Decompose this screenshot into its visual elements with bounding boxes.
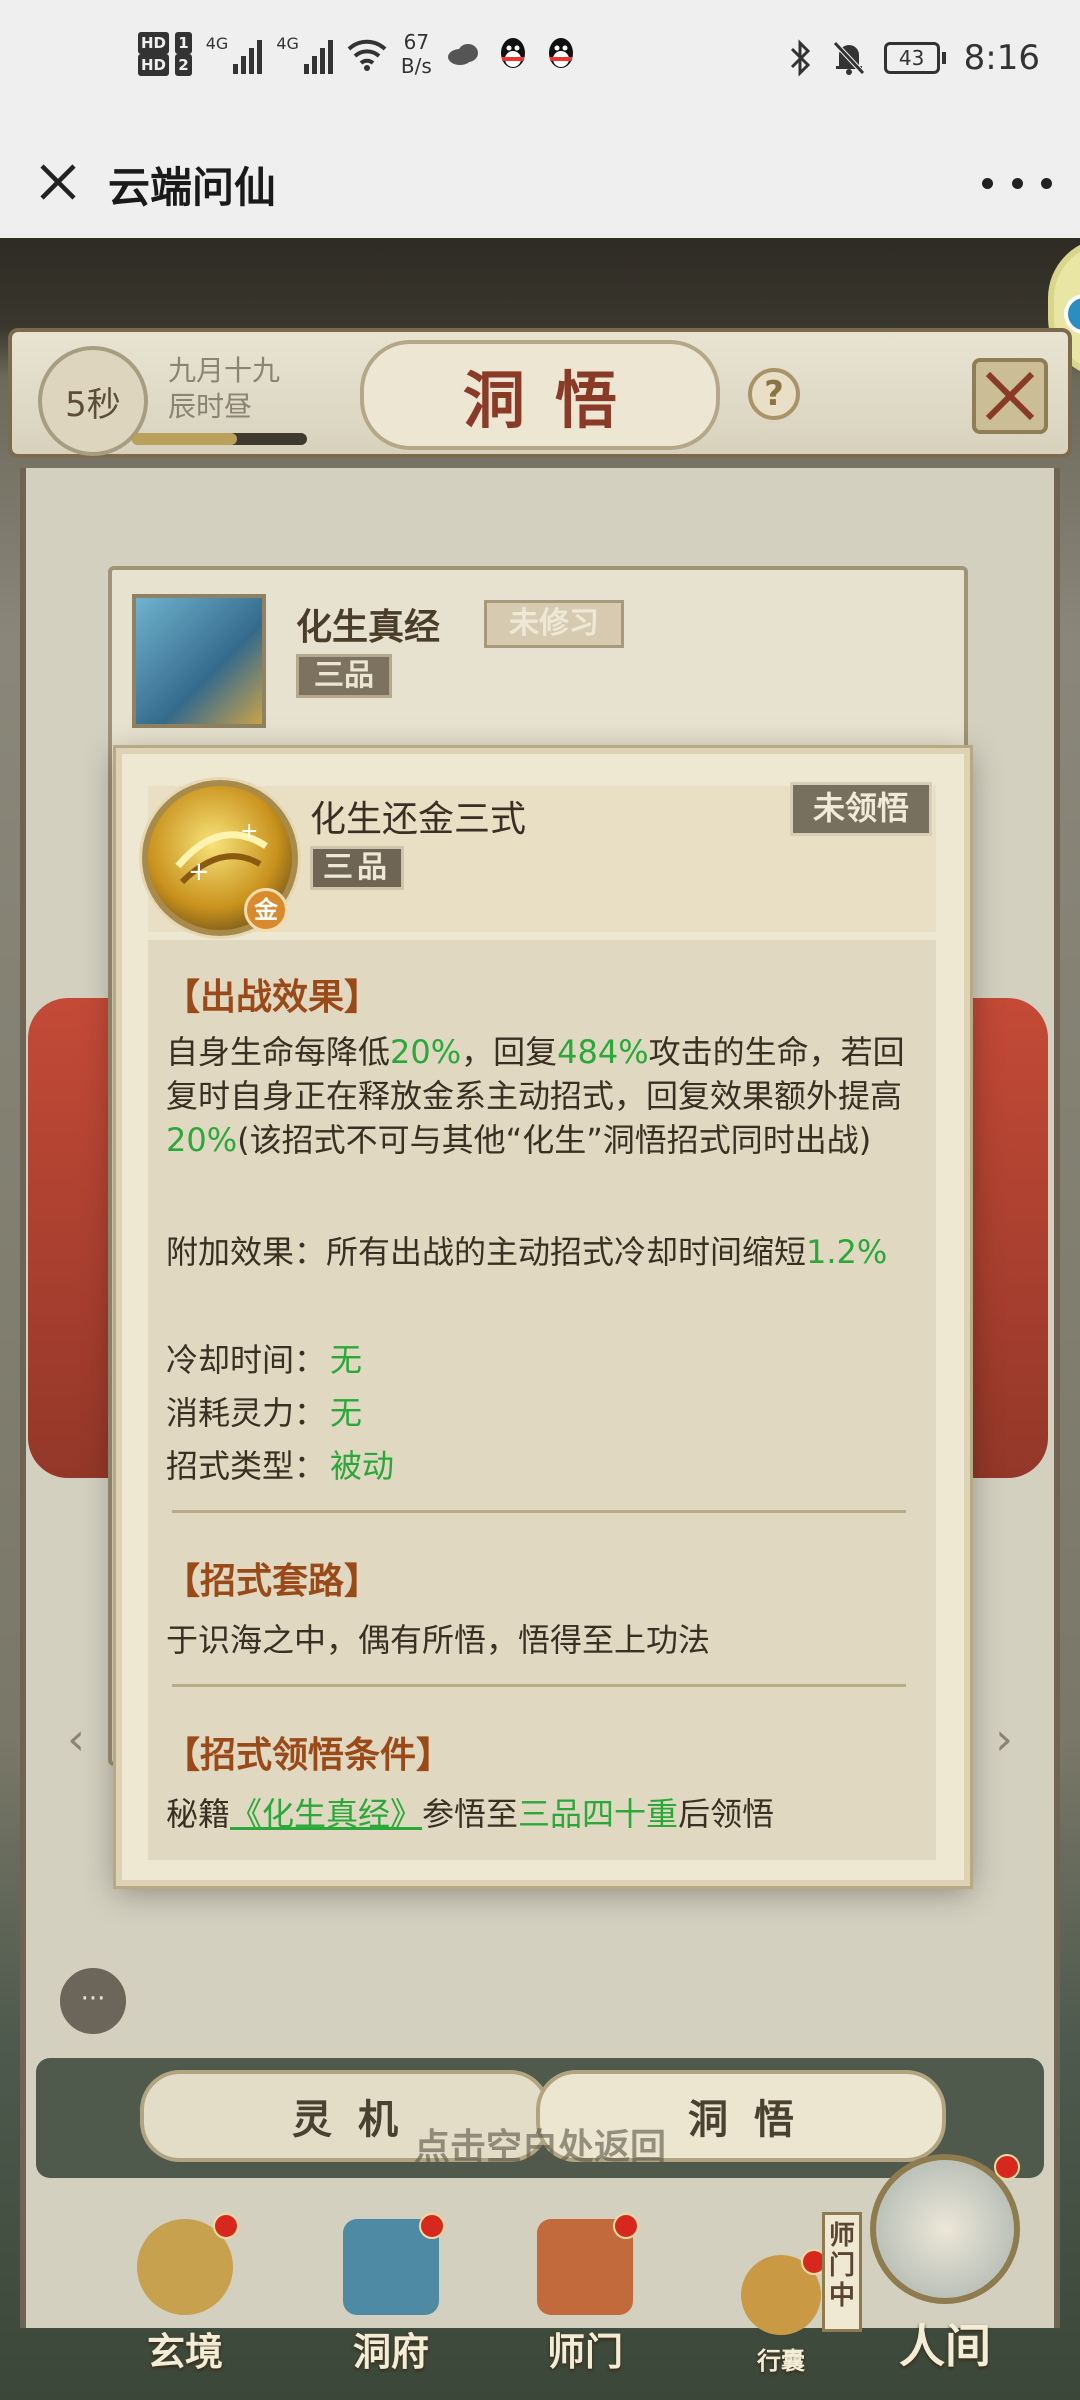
svg-text:+: +	[188, 857, 210, 887]
notification-dot	[994, 2154, 1020, 2180]
more-menu-icon[interactable]	[982, 158, 1052, 208]
dongfu-icon	[343, 2213, 445, 2315]
hd-badge-2: HD	[138, 54, 170, 76]
nav-shimen[interactable]: 师门	[510, 2213, 660, 2376]
book-grade-badge: 三品	[296, 654, 392, 698]
spirit-cost-row: 消耗灵力：无	[166, 1394, 363, 1432]
skill-name: 化生还金三式	[310, 799, 527, 840]
divider	[172, 1510, 906, 1513]
skill-grade-badge: 三品	[310, 846, 404, 890]
nav-label: 洞府	[352, 2329, 429, 2374]
nav-label: 玄境	[146, 2329, 223, 2374]
xuanjing-icon	[137, 2213, 239, 2315]
routine-text: 于识海之中，偶有所悟，悟得至上功法	[166, 1621, 711, 1659]
nav-label: 师门	[546, 2329, 623, 2374]
crossed-swords-icon	[985, 371, 1035, 421]
mute-bell-icon	[832, 41, 865, 75]
bag-icon	[741, 2249, 827, 2335]
qq-icon-1	[500, 38, 525, 68]
sim-number-1: 1	[175, 32, 192, 54]
book-link[interactable]: 《化生真经》	[230, 1795, 422, 1833]
battle-effect-text: 自身生命每降低20%，回复484%攻击的生命，若回复时自身正在释放金系主动招式，…	[166, 1033, 905, 1159]
book-status-badge: 未修习	[484, 600, 624, 648]
signal-icon-2: 4G	[276, 34, 333, 74]
page-header-plaque: 洞悟	[360, 340, 720, 450]
shimen-icon	[537, 2213, 639, 2315]
nav-dongfu[interactable]: 洞府	[316, 2213, 466, 2376]
wifi-icon	[347, 39, 387, 71]
prev-arrow-icon[interactable]: ‹	[54, 1694, 98, 1784]
battery-level: 43	[883, 42, 940, 74]
cloud-icon	[447, 44, 478, 65]
help-button[interactable]: ?	[748, 368, 800, 420]
skill-status-badge: 未领悟	[790, 782, 932, 836]
hd-badge-1: HD	[138, 32, 170, 54]
clock: 8:16	[963, 38, 1040, 78]
scroll-decoration-right	[964, 998, 1048, 1478]
game-date: 九月十九 辰时昼	[168, 353, 280, 425]
nav-renjian[interactable]: 人间	[860, 2154, 1030, 2376]
section-title-battle-effect: 【出战效果】	[164, 976, 381, 1018]
notification-dot	[419, 2213, 445, 2239]
bottom-nav: 玄境 洞府 师门 行囊 人间	[0, 2154, 1080, 2400]
close-icon[interactable]	[28, 152, 88, 212]
nav-label: 行囊	[757, 2346, 805, 2375]
divider	[172, 1684, 906, 1687]
next-arrow-icon[interactable]: ›	[982, 1694, 1026, 1784]
notification-dot	[613, 2213, 639, 2239]
condition-text: 秘籍《化生真经》参悟至三品四十重后领悟	[166, 1795, 775, 1833]
book-name: 化生真经	[296, 606, 441, 648]
page-title: 云端问仙	[108, 163, 277, 212]
sim-indicator: HD 1 HD 2	[138, 32, 192, 76]
cooldown-row: 冷却时间：无	[166, 1341, 363, 1379]
network-type-2: 4G	[276, 34, 299, 53]
scroll-decoration-left	[28, 998, 112, 1478]
skill-type-row: 招式类型： 被动	[166, 1447, 395, 1485]
game-close-button[interactable]	[972, 358, 1048, 434]
extra-effect-text: 附加效果：所有出战的主动招式冷却时间缩短1.2%	[166, 1233, 888, 1271]
nav-label: 人间	[899, 2319, 991, 2373]
date-line-1: 九月十九	[168, 354, 281, 387]
section-title-routine: 【招式套路】	[164, 1560, 381, 1602]
section-title-condition: 【招式领悟条件】	[164, 1734, 453, 1776]
day-progress-bar	[132, 433, 307, 445]
status-bar: HD 1 HD 2 4G 4G 67 B/s 43 8:16	[0, 0, 1080, 130]
bluetooth-icon	[790, 39, 810, 77]
sim-number-2: 2	[175, 54, 192, 76]
sect-status-tag: 师门中	[822, 2212, 862, 2332]
world-map-icon	[870, 2154, 1020, 2304]
qq-icon-2	[548, 38, 573, 68]
skill-icon: + + 金	[142, 780, 298, 936]
signal-icon-1: 4G	[206, 34, 263, 74]
network-type-1: 4G	[205, 34, 229, 53]
book-icon[interactable]	[132, 594, 266, 728]
chat-button[interactable]: ···	[56, 1964, 130, 2038]
date-line-2: 辰时昼	[168, 390, 253, 423]
nav-xuanjing[interactable]: 玄境	[110, 2213, 260, 2376]
notification-dot	[213, 2213, 239, 2239]
battery-icon: 43	[883, 42, 946, 74]
app-title-bar: 云端问仙	[0, 130, 1080, 238]
element-badge: 金	[244, 888, 288, 932]
svg-text:+: +	[240, 819, 258, 844]
network-speed: 67 B/s	[400, 30, 432, 78]
plus-icon	[1064, 294, 1080, 334]
